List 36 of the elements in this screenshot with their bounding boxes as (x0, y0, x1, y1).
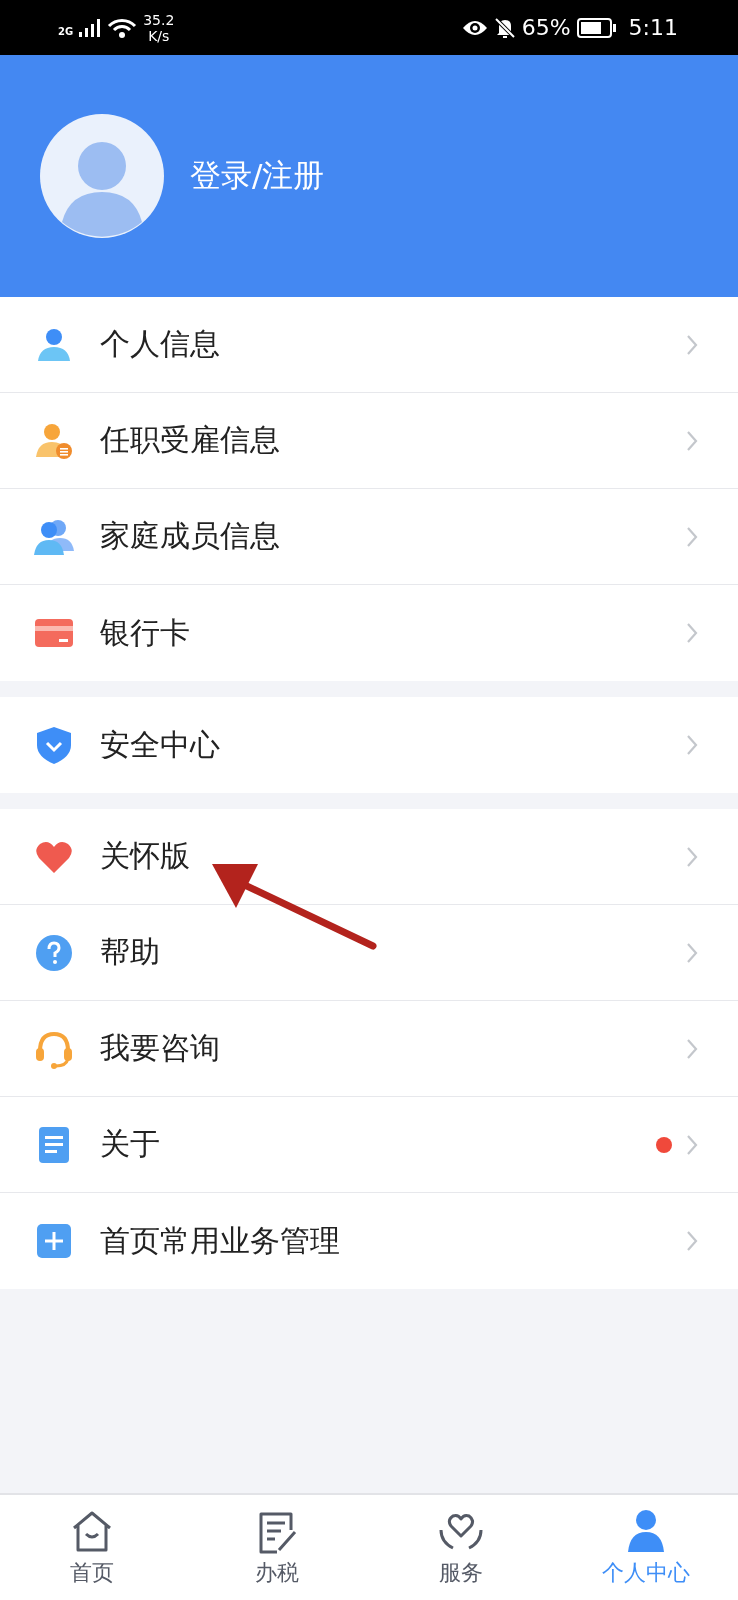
signal-icon (79, 18, 102, 37)
speed-value: 35.2 (143, 11, 175, 28)
chevron-icon (686, 429, 698, 452)
plus-icon (34, 1221, 74, 1261)
menu-item[interactable]: 我要咨询 (0, 1001, 738, 1097)
muted-bell-icon (493, 16, 516, 39)
help-icon (34, 932, 74, 973)
chevron-icon (686, 1230, 698, 1252)
chevron-icon (686, 1133, 698, 1156)
speed-unit: K/s (148, 27, 170, 44)
chevron-icon (686, 941, 698, 964)
clock-time: 5:11 (628, 15, 678, 40)
menu-item[interactable]: 帮助 (0, 905, 738, 1001)
menu-item[interactable]: 关于 (0, 1097, 738, 1193)
wifi-icon (107, 17, 138, 38)
battery-percent: 65% (521, 15, 571, 40)
menu-item[interactable]: 首页常用业务管理 (0, 1193, 738, 1289)
chevron-icon (686, 845, 698, 868)
tab[interactable]: 首页 (0, 1495, 185, 1600)
menu-item[interactable]: 个人信息 (0, 297, 738, 393)
tab[interactable]: 服务 (369, 1495, 554, 1600)
chevron-icon (686, 525, 698, 548)
shield-icon (34, 725, 74, 765)
chevron-icon (686, 734, 698, 756)
chevron-icon (686, 622, 698, 644)
menu-item[interactable]: 家庭成员信息 (0, 489, 738, 585)
chevron-icon (686, 333, 698, 356)
menu-item[interactable]: 任职受雇信息 (0, 393, 738, 489)
menu-item[interactable]: 安全中心 (0, 697, 738, 793)
eye-icon (461, 18, 488, 37)
avatar-icon[interactable] (40, 114, 164, 238)
battery-icon (576, 17, 617, 38)
network-label: 2G (58, 25, 74, 37)
chevron-icon (686, 1037, 698, 1060)
menu-item[interactable]: 银行卡 (0, 585, 738, 681)
tab[interactable]: 办税 (184, 1495, 369, 1600)
